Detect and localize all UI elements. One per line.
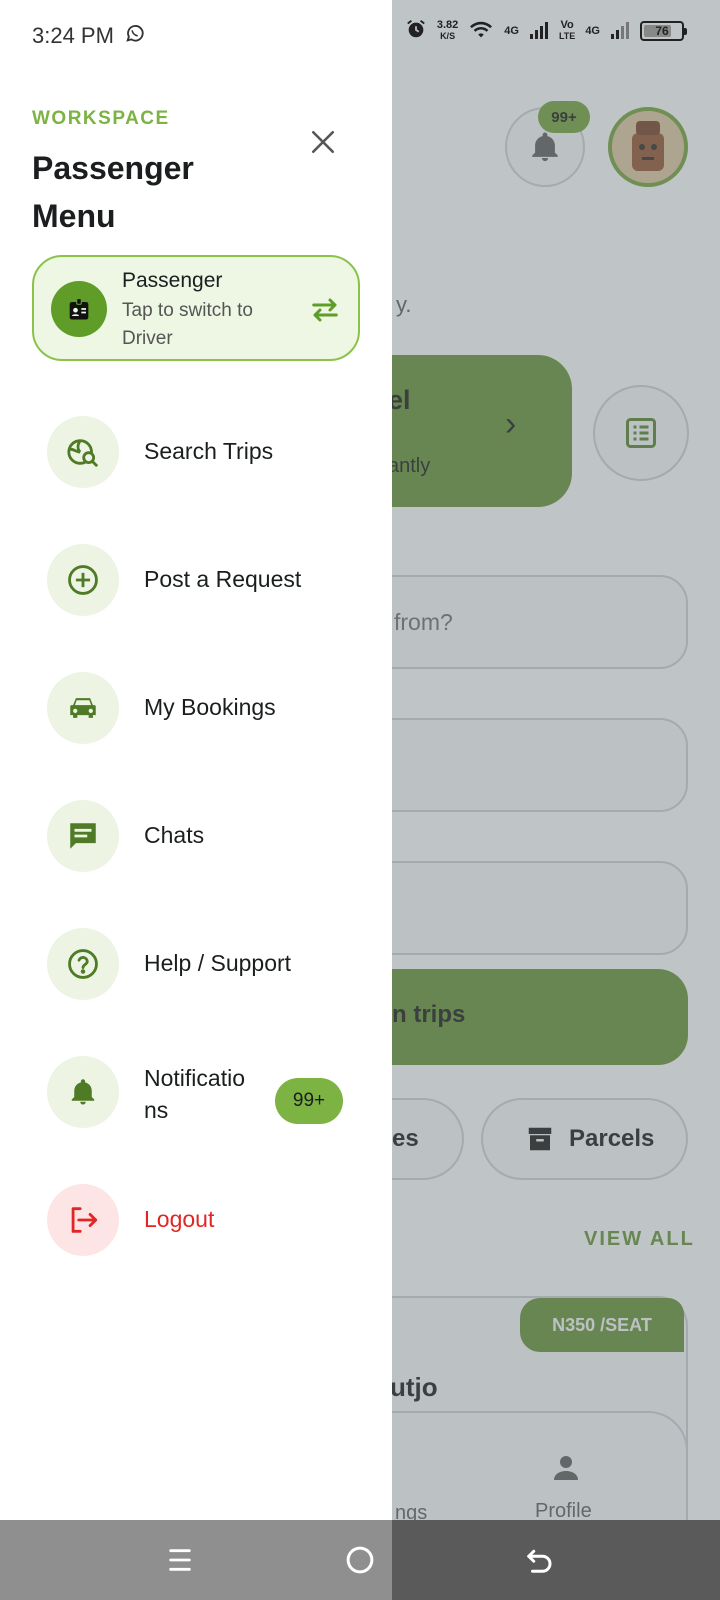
menu-item-label: Logout: [144, 1206, 215, 1232]
system-navigation-bar: [0, 1520, 720, 1600]
notifications-count-badge: 99+: [275, 1078, 343, 1124]
back-icon: [527, 1549, 552, 1573]
navigation-drawer: 3:24 PM WORKSPACE Passenger Menu Passeng…: [0, 0, 392, 1520]
whatsapp-icon: [124, 22, 146, 50]
close-icon: [311, 130, 335, 154]
car-icon: [47, 672, 119, 744]
menu-item-label: My Bookings: [144, 694, 276, 720]
bell-icon: [47, 1056, 119, 1128]
add-circle-icon: [47, 544, 119, 616]
menu-item-notifications[interactable]: Notifications 99+: [32, 1042, 368, 1142]
role-name: Passenger: [122, 269, 223, 292]
menu-item-label: Post a Request: [144, 566, 302, 592]
network-type-2: 4G: [585, 24, 600, 37]
menu-item-label: Help / Support: [144, 950, 292, 976]
workspace-label: WORKSPACE: [32, 108, 170, 129]
badge-icon: [51, 281, 107, 337]
recent-apps-button[interactable]: [160, 1540, 200, 1580]
network-type-1: 4G: [504, 24, 519, 37]
signal-icon-2: [610, 20, 630, 43]
menu-item-label: Notifications: [144, 1065, 245, 1123]
volte-indicator: Vo LTE: [558, 19, 576, 42]
menu-icon: [169, 1549, 191, 1571]
status-bar-icons: 3.82 K/S 4G Vo LTE 4G 76: [405, 18, 687, 44]
menu-item-search-trips[interactable]: Search Trips: [32, 402, 368, 502]
signal-icon: [529, 20, 549, 43]
chat-icon: [47, 800, 119, 872]
status-time: 3:24 PM: [32, 23, 114, 48]
menu-item-my-bookings[interactable]: My Bookings: [32, 658, 368, 758]
alarm-icon: [405, 18, 427, 44]
wifi-icon: [468, 19, 494, 44]
status-bar-left: 3:24 PM: [32, 22, 146, 50]
close-drawer-button[interactable]: [303, 122, 343, 162]
menu-item-label: Chats: [144, 822, 205, 848]
battery-percent: 76: [655, 24, 669, 38]
search-trips-icon: [47, 416, 119, 488]
back-button[interactable]: [520, 1540, 560, 1580]
home-button[interactable]: [340, 1540, 380, 1580]
logout-icon: [47, 1184, 119, 1256]
drawer-title: Passenger Menu: [32, 150, 194, 234]
menu-item-label: Search Trips: [144, 438, 274, 464]
switch-role-card[interactable]: Passenger Tap to switch to Driver: [32, 255, 360, 361]
help-icon: [47, 928, 119, 1000]
swap-icon: [307, 292, 343, 328]
menu-item-chats[interactable]: Chats: [32, 786, 368, 886]
role-switch-hint: Tap to switch to Driver: [122, 300, 253, 349]
battery-indicator: 76: [640, 21, 687, 41]
home-circle-icon: [346, 1546, 374, 1574]
menu-item-logout[interactable]: Logout: [32, 1170, 368, 1270]
network-speed: 3.82 K/S: [436, 19, 459, 42]
menu-item-help-support[interactable]: Help / Support: [32, 914, 368, 1014]
menu-item-post-request[interactable]: Post a Request: [32, 530, 368, 630]
